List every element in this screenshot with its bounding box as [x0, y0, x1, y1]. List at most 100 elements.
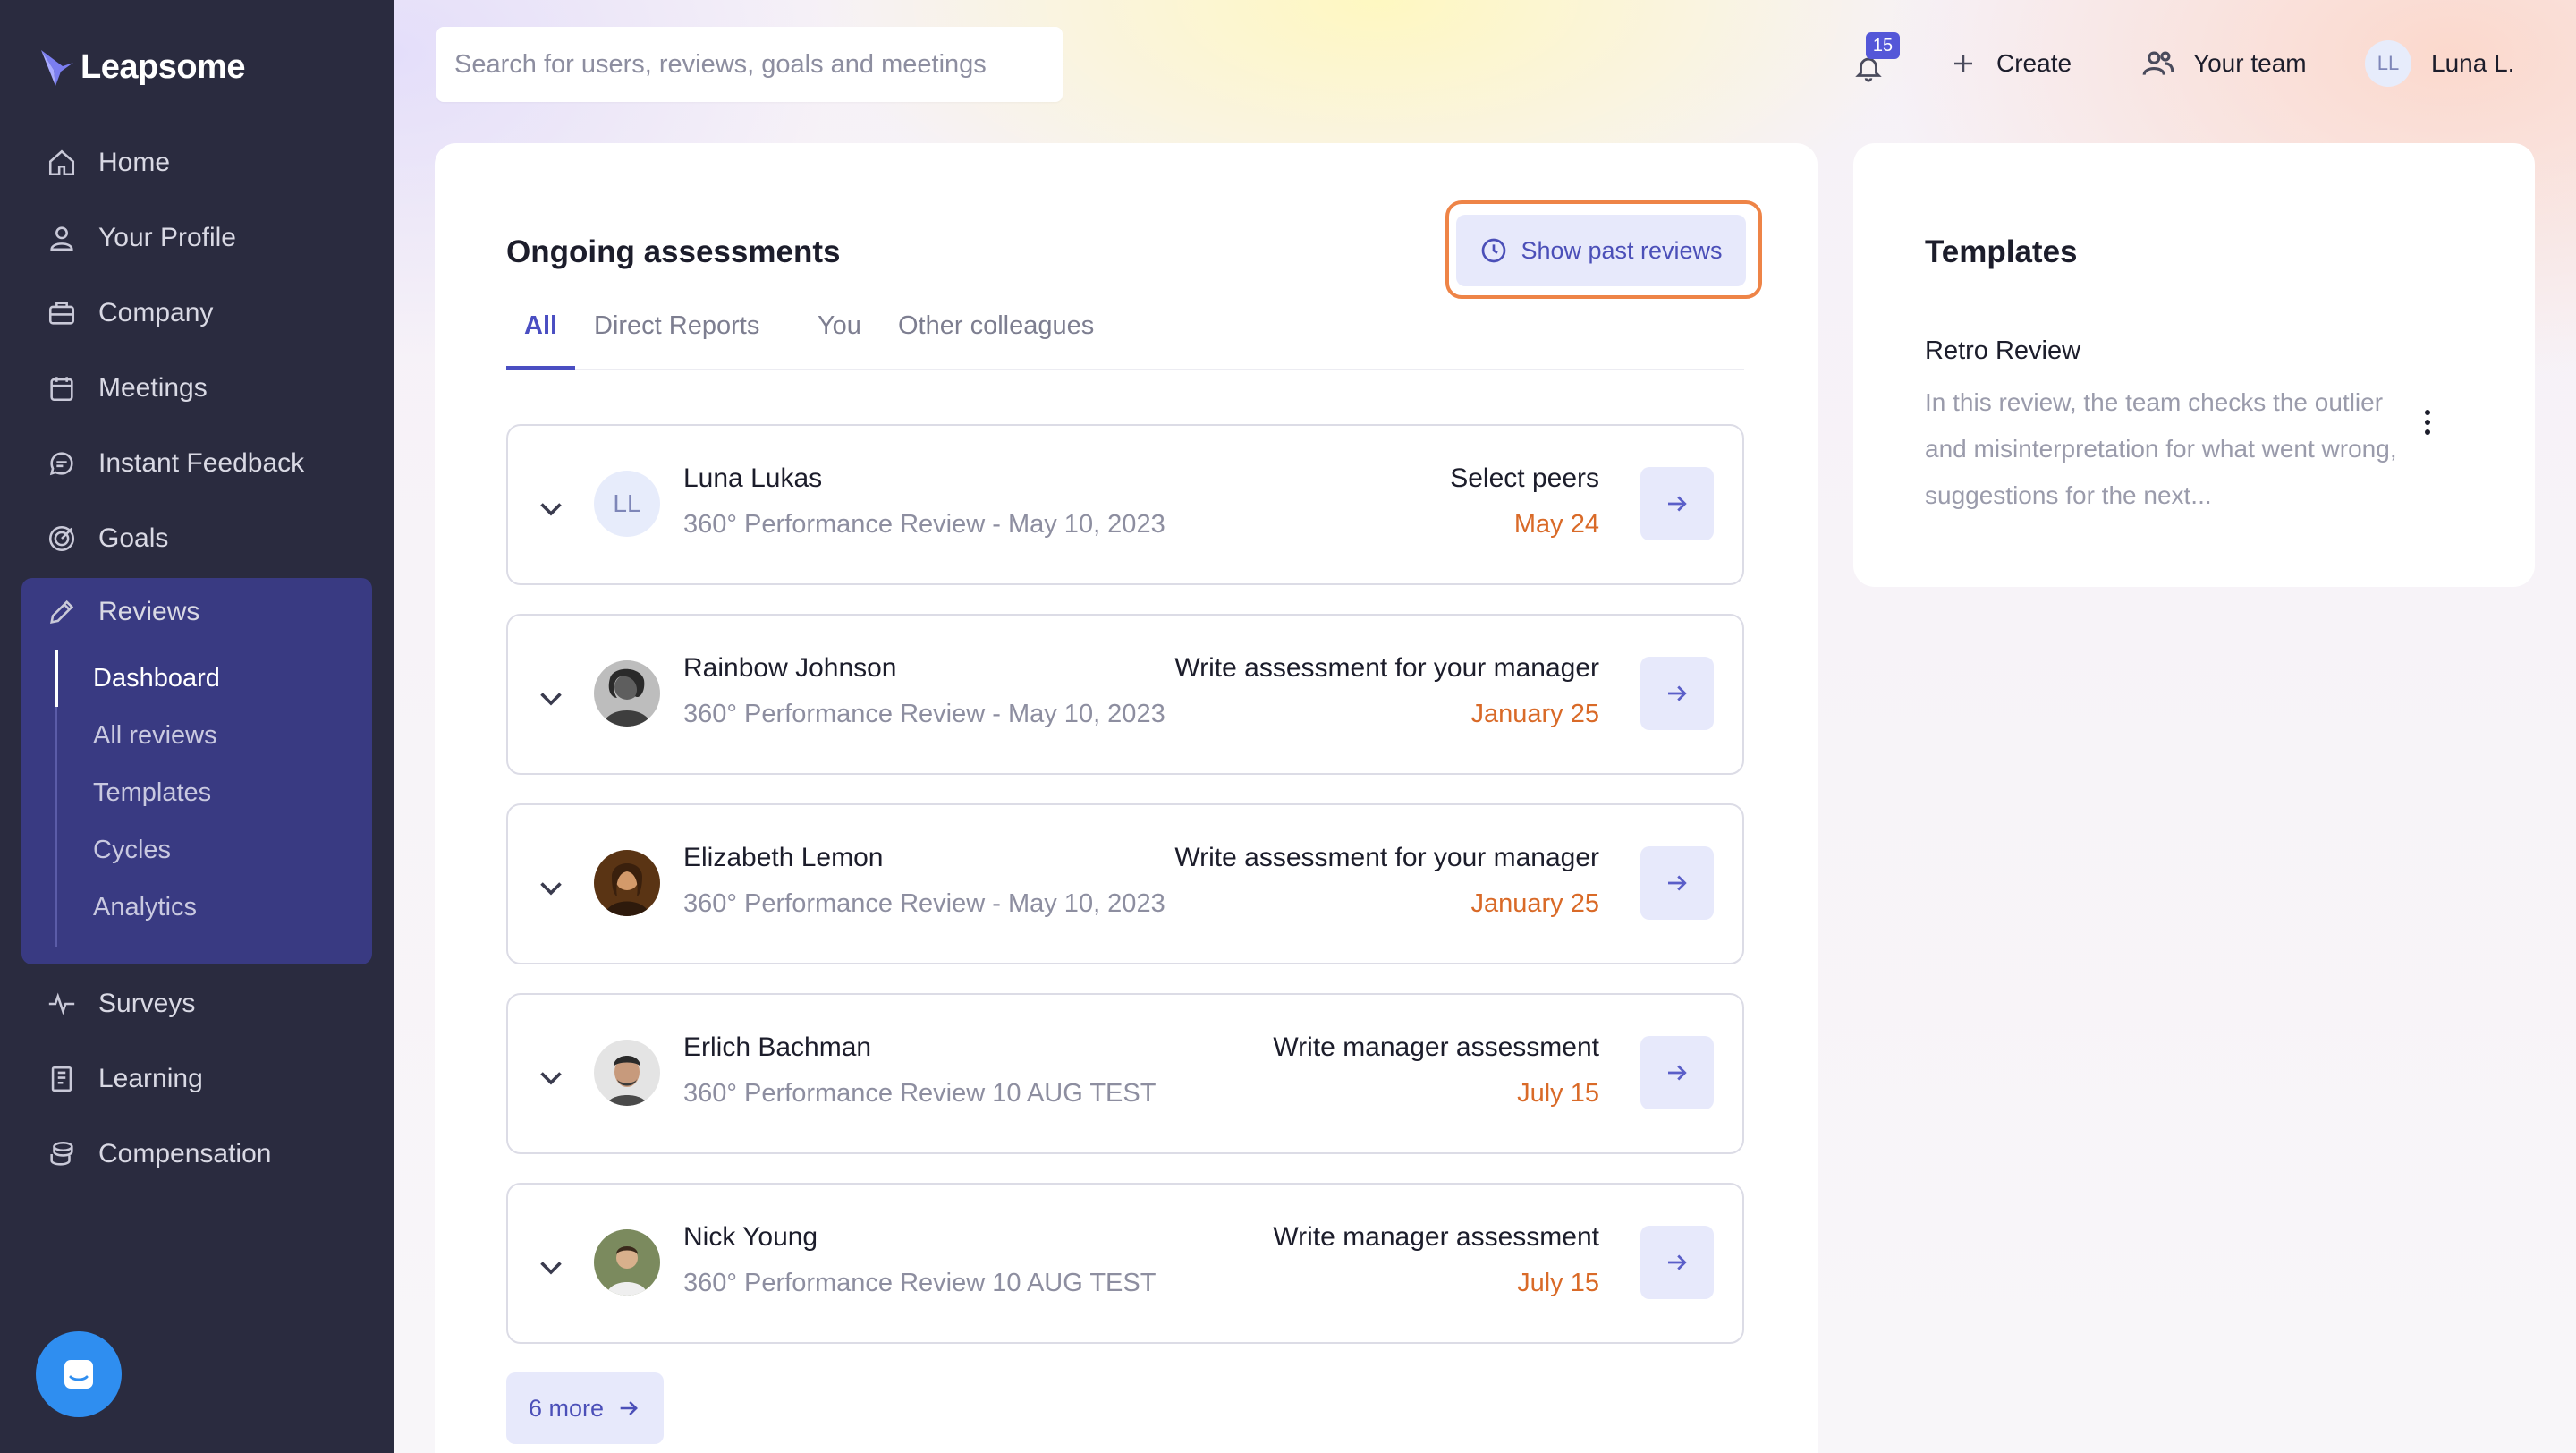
- show-more-button[interactable]: 6 more: [506, 1372, 664, 1444]
- sidebar-subitem-templates[interactable]: Templates: [57, 764, 361, 821]
- sidebar-item-label: Instant Feedback: [98, 448, 305, 478]
- assessment-row[interactable]: Nick Young 360° Performance Review 10 AU…: [506, 1183, 1744, 1344]
- open-assessment-button[interactable]: [1640, 1226, 1714, 1299]
- review-subtitle: 360° Performance Review 10 AUG TEST: [683, 1269, 1157, 1297]
- review-subtitle: 360° Performance Review - May 10, 2023: [683, 510, 1165, 539]
- arrow-right-icon: [1668, 685, 1687, 701]
- sidebar-item-label: Company: [98, 298, 214, 327]
- open-assessment-button[interactable]: [1640, 1036, 1714, 1109]
- user-icon: [47, 223, 77, 253]
- assessment-action: Write assessment for your manager: [1174, 843, 1599, 872]
- arrow-right-icon: [1668, 1065, 1687, 1081]
- sidebar-item-surveys[interactable]: Surveys: [21, 970, 372, 1038]
- sidebar-subitem-cycles[interactable]: Cycles: [57, 821, 361, 879]
- assessment-row[interactable]: Elizabeth Lemon 360° Performance Review …: [506, 803, 1744, 964]
- template-description: In this review, the team checks the outl…: [1925, 388, 2397, 509]
- open-assessment-button[interactable]: [1640, 657, 1714, 730]
- assessment-tabs: All Direct Reports You Other colleagues: [506, 302, 1744, 370]
- due-date: May 24: [1513, 510, 1599, 539]
- sidebar-item-home[interactable]: Home: [21, 129, 372, 197]
- review-subtitle: 360° Performance Review - May 10, 2023: [683, 700, 1165, 728]
- sidebar-item-label: Meetings: [98, 373, 208, 403]
- due-date: July 15: [1517, 1079, 1599, 1108]
- book-icon: [47, 1064, 77, 1094]
- notifications-badge: 15: [1866, 32, 1900, 59]
- reviews-sub-list: Dashboard All reviews Templates Cycles A…: [55, 650, 360, 947]
- due-date: July 15: [1517, 1269, 1599, 1297]
- person-photo-icon: [594, 660, 660, 726]
- logo-text: Leapsome: [80, 47, 245, 86]
- target-icon: [47, 523, 77, 554]
- sidebar-subitem-all-reviews[interactable]: All reviews: [57, 707, 361, 764]
- show-past-reviews-label: Show past reviews: [1521, 236, 1723, 264]
- tab-all[interactable]: All: [506, 302, 576, 370]
- sidebar-item-label: Goals: [98, 523, 169, 553]
- person-name: Rainbow Johnson: [683, 653, 897, 683]
- user-menu[interactable]: LL Luna L.: [2365, 36, 2514, 91]
- calendar-icon: [47, 373, 77, 404]
- due-date: January 25: [1470, 889, 1600, 918]
- review-subtitle: 360° Performance Review - May 10, 2023: [683, 889, 1165, 918]
- create-button[interactable]: Create: [1950, 36, 2072, 91]
- templates-title: Templates: [1925, 234, 2078, 269]
- assessment-action: Write manager assessment: [1273, 1222, 1599, 1252]
- chevron-down-icon[interactable]: [535, 492, 567, 524]
- avatar: [594, 1040, 660, 1106]
- pencil-icon: [47, 597, 77, 627]
- sidebar-item-label: Your Profile: [98, 223, 236, 252]
- your-team-label: Your team: [2193, 49, 2307, 77]
- leapsome-bird-icon: [41, 50, 73, 86]
- ongoing-assessments-title: Ongoing assessments: [506, 234, 841, 269]
- team-icon: [2142, 51, 2174, 76]
- sidebar-subitem-dashboard[interactable]: Dashboard: [55, 650, 359, 707]
- chevron-down-icon[interactable]: [535, 1061, 567, 1093]
- template-name[interactable]: Retro Review: [1925, 336, 2080, 366]
- show-more-label: 6 more: [528, 1394, 605, 1422]
- your-team-button[interactable]: Your team: [2141, 36, 2307, 91]
- open-assessment-button[interactable]: [1640, 846, 1714, 920]
- tab-you[interactable]: You: [800, 302, 879, 370]
- support-chat-button[interactable]: [36, 1331, 122, 1417]
- open-assessment-button[interactable]: [1640, 467, 1714, 540]
- sidebar-item-company[interactable]: Company: [21, 279, 372, 347]
- leapsome-logo[interactable]: Leapsome: [39, 43, 245, 91]
- sidebar-item-meetings[interactable]: Meetings: [21, 354, 372, 422]
- arrow-right-icon: [1668, 875, 1687, 891]
- person-name: Erlich Bachman: [683, 1032, 872, 1062]
- home-icon: [47, 148, 77, 178]
- assessment-row[interactable]: LL Luna Lukas 360° Performance Review - …: [506, 424, 1744, 585]
- tab-other-colleagues[interactable]: Other colleagues: [880, 302, 1112, 370]
- arrow-right-icon: [620, 1401, 638, 1415]
- sidebar-item-label: Home: [98, 148, 171, 177]
- search-input[interactable]: [436, 27, 1063, 102]
- avatar: [594, 1229, 660, 1296]
- sidebar-subitem-analytics[interactable]: Analytics: [57, 879, 361, 936]
- sidebar-item-compensation[interactable]: Compensation: [21, 1120, 372, 1188]
- pulse-icon: [47, 989, 77, 1019]
- sidebar-item-your-profile[interactable]: Your Profile: [21, 204, 372, 272]
- sidebar-item-goals[interactable]: Goals: [21, 505, 372, 573]
- sidebar-item-label: Reviews: [98, 597, 200, 626]
- assessment-row[interactable]: Erlich Bachman 360° Performance Review 1…: [506, 993, 1744, 1154]
- more-vertical-icon: [2425, 410, 2430, 435]
- assessment-action: Select peers: [1450, 463, 1599, 493]
- assessment-action: Write manager assessment: [1273, 1032, 1599, 1062]
- chevron-down-icon[interactable]: [535, 1251, 567, 1283]
- chevron-down-icon[interactable]: [535, 871, 567, 904]
- person-name: Nick Young: [683, 1222, 818, 1252]
- clock-icon: [1482, 238, 1506, 263]
- sidebar: Leapsome Home Your Profile Company Meeti…: [0, 0, 394, 1453]
- briefcase-icon: [47, 298, 77, 328]
- assessment-row[interactable]: Rainbow Johnson 360° Performance Review …: [506, 614, 1744, 775]
- template-more-button[interactable]: [2411, 399, 2444, 446]
- sidebar-item-reviews[interactable]: Reviews: [21, 578, 372, 646]
- person-photo-icon: [594, 1040, 660, 1106]
- sidebar-item-label: Learning: [98, 1064, 203, 1093]
- person-name: Luna Lukas: [683, 463, 823, 493]
- sidebar-item-instant-feedback[interactable]: Instant Feedback: [21, 429, 372, 497]
- show-past-reviews-button[interactable]: Show past reviews: [1456, 215, 1746, 286]
- chevron-down-icon[interactable]: [535, 682, 567, 714]
- tab-direct-reports[interactable]: Direct Reports: [576, 302, 777, 370]
- sidebar-item-learning[interactable]: Learning: [21, 1045, 372, 1113]
- user-name: Luna L.: [2431, 49, 2515, 77]
